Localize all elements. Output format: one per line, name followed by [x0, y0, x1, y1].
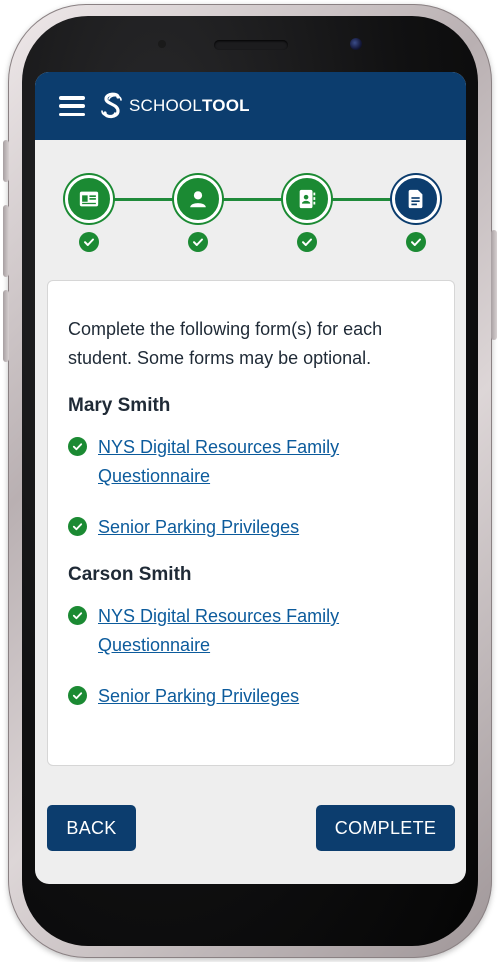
check-circle-icon: [68, 517, 87, 536]
check-circle-icon: [68, 686, 87, 705]
person-icon: [190, 191, 206, 208]
check-circle-icon: [68, 606, 87, 625]
form-link[interactable]: Senior Parking Privileges: [98, 513, 299, 542]
schooltool-logo: SCHOOLTOOL: [99, 91, 250, 121]
logo-text: SCHOOLTOOL: [129, 96, 250, 116]
forms-card: Complete the following form(s) for each …: [47, 280, 455, 766]
power-button: [491, 230, 497, 340]
form-item: NYS Digital Resources Family Questionnai…: [68, 433, 434, 491]
form-item: NYS Digital Resources Family Questionnai…: [68, 602, 434, 660]
step-connector: [113, 198, 173, 201]
proximity-sensor: [158, 40, 166, 48]
step-2-guardian[interactable]: [174, 175, 222, 223]
student-name: Carson Smith: [68, 564, 192, 585]
step-3-contacts[interactable]: [283, 175, 331, 223]
logo-text-school: SCHOOL: [129, 96, 202, 115]
student-section: Carson Smith NYS Digital Resources Famil…: [68, 564, 434, 711]
form-item: Senior Parking Privileges: [68, 682, 434, 711]
earpiece-speaker: [214, 40, 288, 50]
step-4-forms[interactable]: [392, 175, 440, 223]
step-4-check-icon: [406, 232, 426, 252]
form-item: Senior Parking Privileges: [68, 513, 434, 542]
front-camera: [350, 38, 362, 50]
app-header: SCHOOLTOOL: [35, 72, 466, 140]
logo-text-tool: TOOL: [202, 96, 250, 115]
id-card-icon: [79, 191, 99, 207]
form-link[interactable]: NYS Digital Resources Family Questionnai…: [98, 602, 434, 660]
student-name: Mary Smith: [68, 395, 171, 416]
step-connector: [331, 198, 391, 201]
back-button[interactable]: BACK: [47, 805, 136, 851]
contact-book-icon: [299, 189, 316, 209]
step-1-student-info[interactable]: [65, 175, 113, 223]
check-circle-icon: [68, 437, 87, 456]
progress-stepper: [35, 140, 466, 270]
complete-button[interactable]: COMPLETE: [316, 805, 455, 851]
step-3-check-icon: [297, 232, 317, 252]
document-icon: [408, 189, 423, 209]
app-screen: SCHOOLTOOL Complete the following form(s…: [35, 72, 466, 884]
instructions-text: Complete the following form(s) for each …: [68, 319, 383, 368]
step-2-check-icon: [188, 232, 208, 252]
form-link[interactable]: Senior Parking Privileges: [98, 682, 299, 711]
volume-down-button: [3, 290, 9, 362]
mute-switch: [3, 140, 9, 182]
menu-icon[interactable]: [59, 96, 85, 116]
volume-up-button: [3, 205, 9, 277]
student-section: Mary Smith NYS Digital Resources Family …: [68, 395, 434, 542]
step-1-check-icon: [79, 232, 99, 252]
step-connector: [222, 198, 282, 201]
schooltool-logo-icon: [101, 92, 122, 119]
form-link[interactable]: NYS Digital Resources Family Questionnai…: [98, 433, 434, 491]
